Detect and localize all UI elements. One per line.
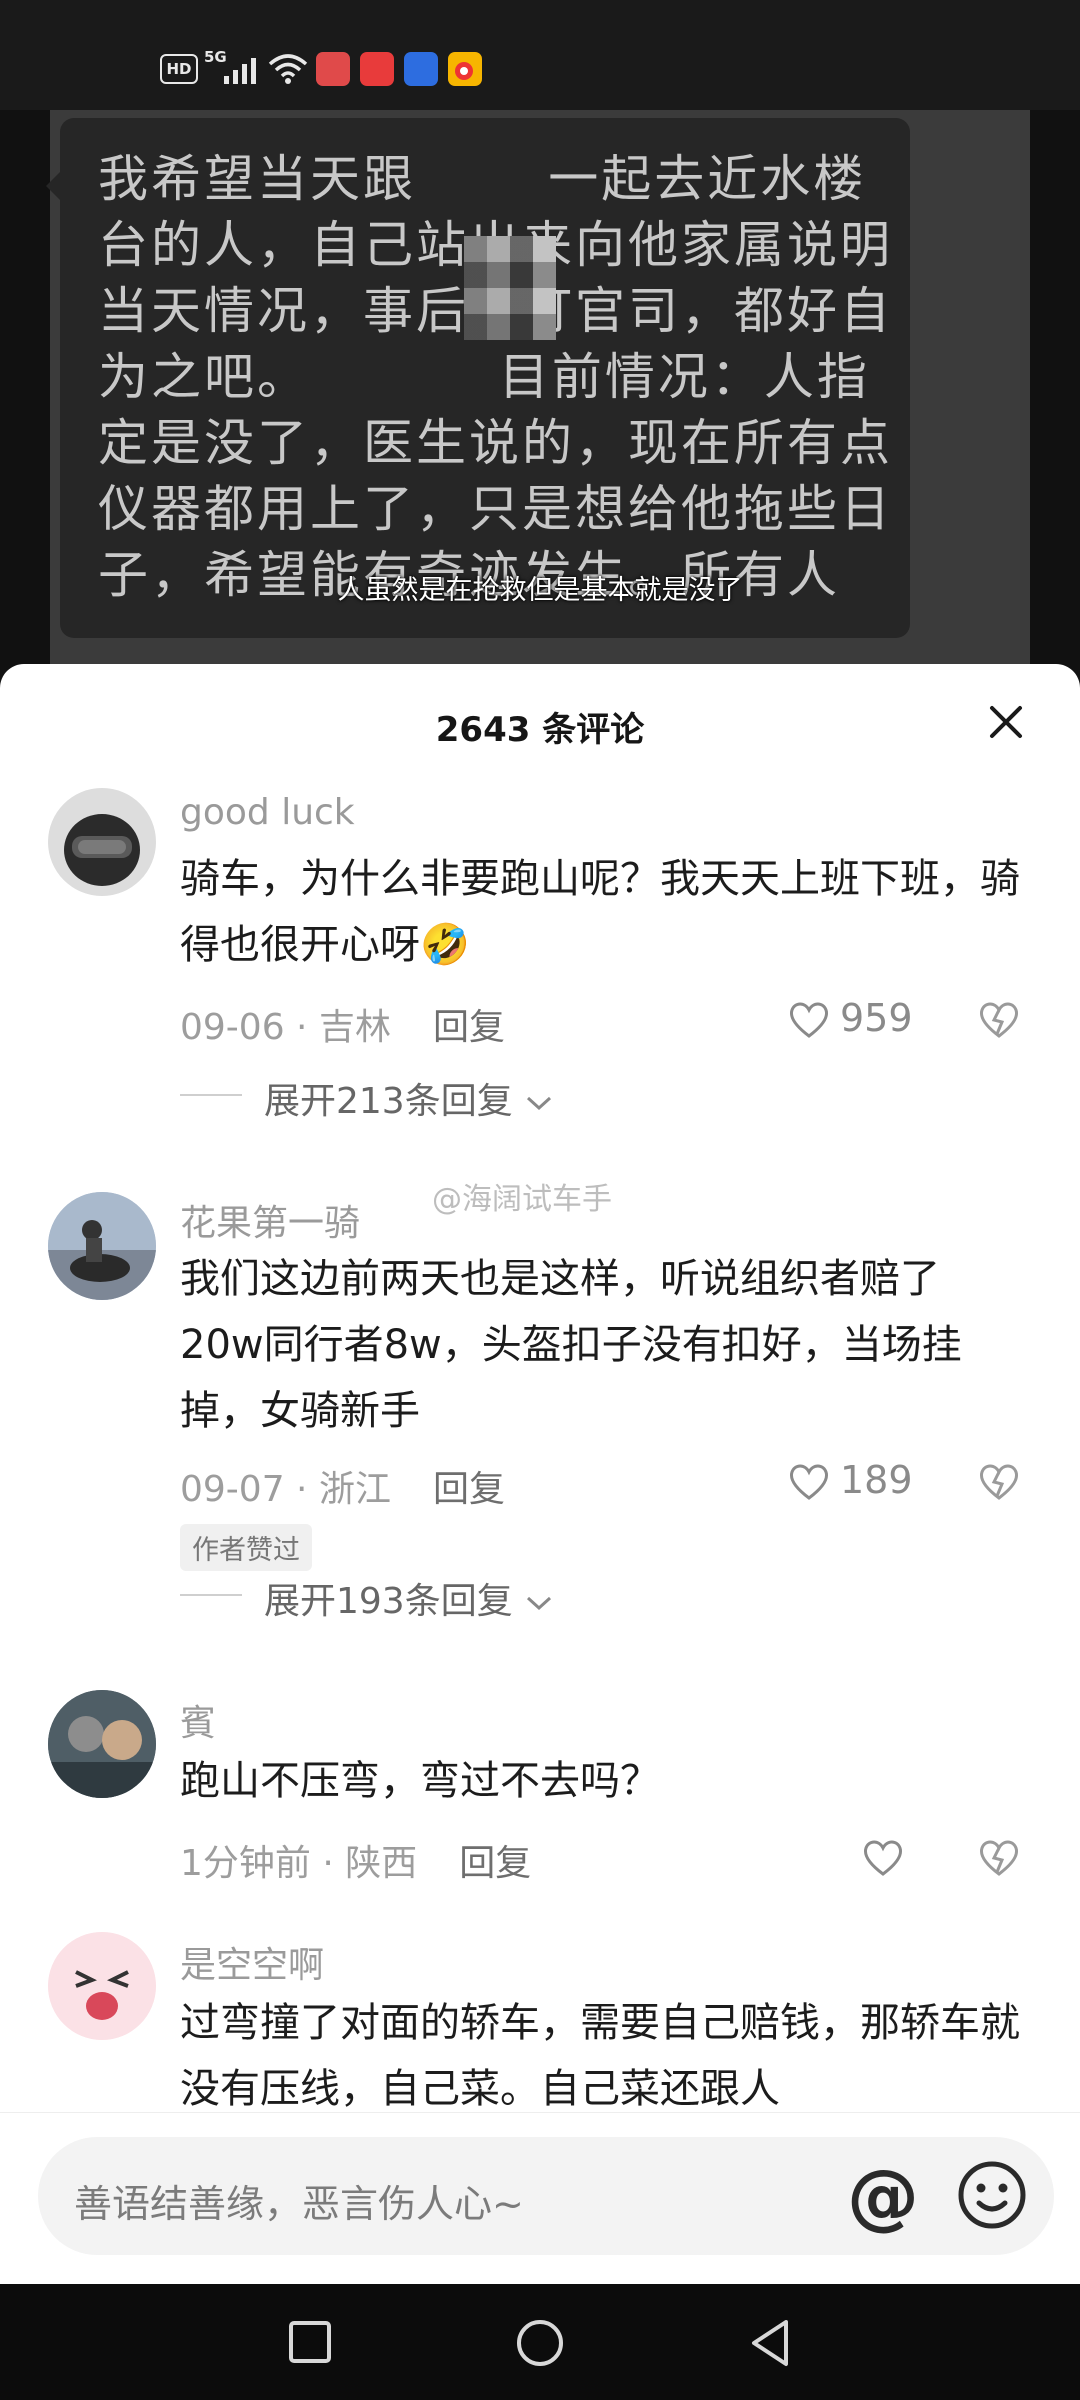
author-liked-badge: 作者赞过 xyxy=(180,1524,312,1571)
comment-text: 过弯撞了对面的轿车，需要自己赔钱，那轿车就没有压线，自己菜。自己菜还跟人 xyxy=(180,2000,1020,2112)
watermark: @海阔试车手 xyxy=(432,1182,612,1217)
comment-username[interactable]: good luck xyxy=(180,792,355,833)
comment-input-placeholder: 善语结善缘，恶言伤人心~ xyxy=(74,2182,524,2226)
chevron-down-icon xyxy=(527,1596,552,1611)
comment-username[interactable]: 花果第一骑 xyxy=(180,1194,360,1246)
chat-bubble: 我希望当天跟 一起去近水楼台的人，自己站出来向他家属说明当天情况，事后得打官司，… xyxy=(60,118,910,638)
comment-text: 我们这边前两天也是这样，听说组织者赔了20w同行者8w，头盔扣子没有扣好，当场挂… xyxy=(180,1256,962,1434)
dislike-icon[interactable] xyxy=(978,998,1020,1040)
avatar[interactable] xyxy=(48,788,156,896)
comment-date: 09-06 xyxy=(180,1007,285,1048)
comment-username[interactable]: 賓 xyxy=(180,1694,216,1746)
book-app-icon xyxy=(316,52,350,86)
weibo-app-icon xyxy=(448,52,482,86)
mosaic-blur xyxy=(464,236,556,340)
like-count: 959 xyxy=(840,996,913,1040)
status-bar: HD 5G xyxy=(0,0,1080,110)
expand-replies-label: 展开213条回复 xyxy=(264,1081,513,1122)
heart-icon[interactable] xyxy=(862,1838,904,1878)
chevron-down-icon xyxy=(527,1096,552,1111)
comment-meta: 1分钟前 · 陕西 回复 xyxy=(180,1843,532,1884)
dislike-icon[interactable] xyxy=(978,1460,1020,1502)
comment-date: 09-07 xyxy=(180,1469,285,1510)
reply-button[interactable]: 回复 xyxy=(459,1843,531,1884)
mention-icon[interactable]: @ xyxy=(838,2151,928,2241)
heart-icon[interactable] xyxy=(788,1000,830,1040)
comment-text: 骑车，为什么非要跑山呢？我天天上班下班，骑得也很开心呀🤣 xyxy=(180,856,1020,968)
comment-meta: 09-06 · 吉林 回复 xyxy=(180,1007,505,1048)
expand-replies-label: 展开193条回复 xyxy=(264,1581,513,1622)
close-icon[interactable] xyxy=(984,700,1028,744)
huawei-mall-app-icon xyxy=(360,52,394,86)
comment-location: 浙江 xyxy=(318,1469,391,1510)
wifi-icon xyxy=(268,54,308,84)
video-subtitle: 人虽然是在抢救但是基本就是没了 xyxy=(337,575,743,606)
comments-count-title: 2643 条评论 xyxy=(435,710,645,750)
emoji-icon[interactable] xyxy=(956,2159,1028,2231)
comment-input[interactable]: 善语结善缘，恶言伤人心~ @ xyxy=(38,2137,1054,2255)
comment-username[interactable]: 是空空啊 xyxy=(180,1936,324,1988)
expand-replies-button[interactable]: 展开213条回复 xyxy=(264,1072,554,1124)
avatar[interactable] xyxy=(48,1690,156,1798)
comment-text: 跑山不压弯，弯过不去吗？ xyxy=(180,1758,660,1804)
back-button-icon[interactable] xyxy=(748,2318,792,2368)
home-button-icon[interactable] xyxy=(515,2318,565,2368)
comment-location: 陕西 xyxy=(345,1843,418,1884)
avatar[interactable] xyxy=(48,1932,156,2040)
hd-indicator: HD xyxy=(160,54,198,84)
heart-icon[interactable] xyxy=(788,1462,830,1502)
comments-sheet: 2643 条评论 good luck 骑车，为什么非要跑山呢？我天天上班下班，骑… xyxy=(0,664,1080,2284)
reply-button[interactable]: 回复 xyxy=(433,1007,505,1048)
video-player[interactable]: 我希望当天跟 一起去近水楼台的人，自己站出来向他家属说明当天情况，事后得打官司，… xyxy=(0,110,1080,670)
chat-bubble-text: 我希望当天跟 一起去近水楼台的人，自己站出来向他家属说明当天情况，事后得打官司，… xyxy=(98,150,893,604)
comment-input-bar: 善语结善缘，恶言伤人心~ @ xyxy=(0,2112,1080,2285)
avatar[interactable] xyxy=(48,1192,156,1300)
like-count: 189 xyxy=(840,1458,913,1502)
signal-icon xyxy=(224,58,256,84)
expand-divider xyxy=(180,1094,242,1096)
system-nav-bar xyxy=(0,2284,1080,2400)
reply-button[interactable]: 回复 xyxy=(433,1469,505,1510)
expand-divider xyxy=(180,1594,242,1596)
expand-replies-button[interactable]: 展开193条回复 xyxy=(264,1572,554,1624)
comment-location: 吉林 xyxy=(318,1007,391,1048)
dislike-icon[interactable] xyxy=(978,1836,1020,1878)
comment-meta: 09-07 · 浙江 回复 xyxy=(180,1469,505,1510)
recents-button-icon[interactable] xyxy=(288,2320,332,2364)
autohome-app-icon xyxy=(404,52,438,86)
comment-date: 1分钟前 xyxy=(180,1843,311,1884)
